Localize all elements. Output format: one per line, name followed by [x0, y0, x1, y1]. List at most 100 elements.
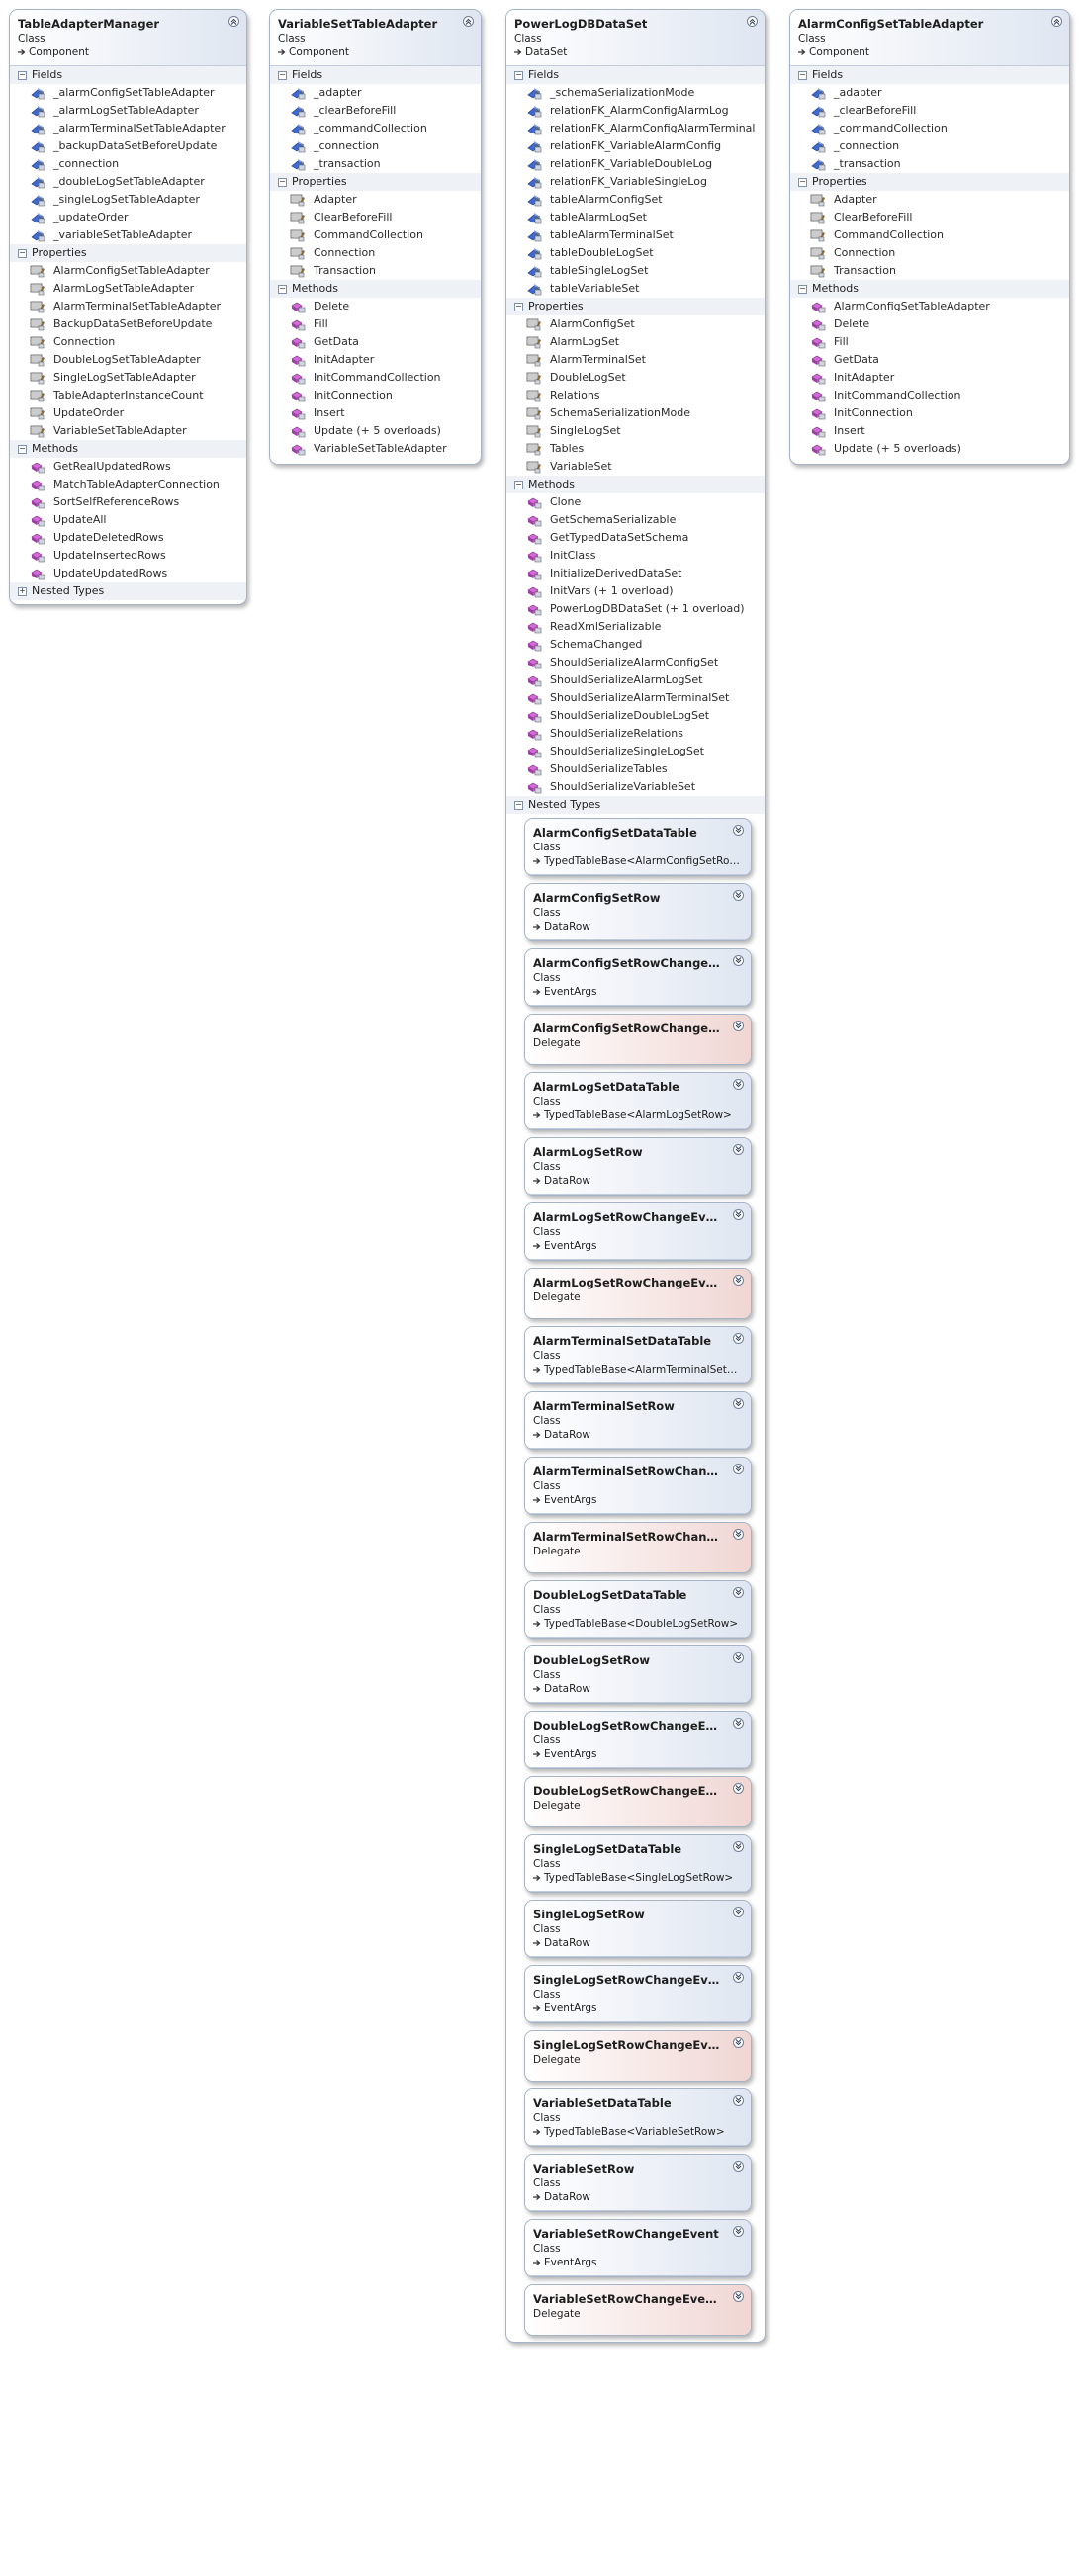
power-log-db-dataset-shape[interactable]: PowerLogDBDataSet Class DataSet − Fields _sch… — [505, 9, 766, 2343]
section-nested-types[interactable]: − Nested Types — [506, 796, 765, 814]
double-chevron-down-icon[interactable] — [733, 1021, 744, 1031]
variable-set-table-adapter-shape[interactable]: VariableSetTableAdapter Class Component − Fi… — [269, 9, 482, 465]
member-row[interactable]: TableAdapterInstanceCount — [10, 387, 246, 404]
member-row[interactable]: relationFK_AlarmConfigAlarmTerminal — [506, 120, 765, 137]
nested-type-header[interactable]: AlarmLogSetRowChangeEvent... Delegate — [525, 1269, 751, 1318]
section-fields[interactable]: − Fields — [506, 66, 765, 84]
double-chevron-up-icon[interactable] — [228, 16, 239, 27]
nested-type-shape[interactable]: AlarmLogSetRowChangeEvent... Delegate — [524, 1268, 752, 1319]
member-row[interactable]: ShouldSerializeDoubleLogSet — [506, 707, 765, 725]
member-row[interactable]: Connection — [790, 244, 1069, 262]
nested-type-shape[interactable]: AlarmConfigSetRow Class DataRow — [524, 883, 752, 941]
shape-header[interactable]: TableAdapterManager Class Component — [10, 10, 246, 66]
nested-type-header[interactable]: AlarmLogSetDataTable Class TypedTableBase<… — [525, 1073, 751, 1129]
section-methods[interactable]: − Methods — [790, 280, 1069, 298]
section-properties[interactable]: − Properties — [10, 244, 246, 262]
member-row[interactable]: tableVariableSet — [506, 280, 765, 298]
member-row[interactable]: MatchTableAdapterConnection — [10, 476, 246, 493]
member-row[interactable]: InitializeDerivedDataSet — [506, 565, 765, 582]
collapse-section-icon[interactable]: − — [514, 480, 523, 489]
nested-type-shape[interactable]: SingleLogSetDataTable Class TypedTableBase… — [524, 1834, 752, 1893]
member-row[interactable]: _clearBeforeFill — [270, 102, 481, 120]
nested-type-header[interactable]: VariableSetRow Class DataRow — [525, 2155, 751, 2211]
nested-type-shape[interactable]: AlarmConfigSetRowChangeEvent Class EventAr… — [524, 948, 752, 1007]
member-row[interactable]: Fill — [790, 333, 1069, 351]
shape-header[interactable]: PowerLogDBDataSet Class DataSet — [506, 10, 765, 66]
double-chevron-down-icon[interactable] — [733, 1587, 744, 1598]
double-chevron-down-icon[interactable] — [733, 890, 744, 901]
member-row[interactable]: InitCommandCollection — [270, 369, 481, 387]
collapse-section-icon[interactable]: − — [278, 177, 287, 187]
member-row[interactable]: _connection — [270, 137, 481, 155]
member-row[interactable]: UpdateInsertedRows — [10, 547, 246, 565]
double-chevron-down-icon[interactable] — [733, 955, 744, 966]
nested-type-header[interactable]: AlarmTerminalSetRowChangeE... Delegate — [525, 1523, 751, 1572]
section-properties[interactable]: − Properties — [790, 173, 1069, 191]
member-row[interactable]: Delete — [790, 315, 1069, 333]
member-row[interactable]: AlarmConfigSetTableAdapter — [10, 262, 246, 280]
double-chevron-down-icon[interactable] — [733, 1275, 744, 1286]
double-chevron-down-icon[interactable] — [733, 1907, 744, 1917]
nested-type-header[interactable]: AlarmLogSetRow Class DataRow — [525, 1138, 751, 1195]
member-row[interactable]: _adapter — [270, 84, 481, 102]
double-chevron-down-icon[interactable] — [733, 2226, 744, 2237]
nested-type-header[interactable]: AlarmTerminalSetDataTable Class TypedTable… — [525, 1327, 751, 1383]
section-methods[interactable]: − Methods — [506, 476, 765, 493]
double-chevron-down-icon[interactable] — [733, 1209, 744, 1220]
double-chevron-down-icon[interactable] — [733, 2095, 744, 2106]
member-row[interactable]: PowerLogDBDataSet (+ 1 overload) — [506, 600, 765, 618]
member-row[interactable]: GetSchemaSerializable — [506, 511, 765, 529]
double-chevron-down-icon[interactable] — [733, 2037, 744, 2048]
member-row[interactable]: _adapter — [790, 84, 1069, 102]
nested-type-header[interactable]: AlarmConfigSetRow Class DataRow — [525, 884, 751, 940]
member-row[interactable]: ShouldSerializeAlarmLogSet — [506, 671, 765, 689]
nested-type-header[interactable]: SingleLogSetDataTable Class TypedTableBase… — [525, 1835, 751, 1892]
member-row[interactable]: InitConnection — [790, 404, 1069, 422]
member-row[interactable]: ClearBeforeFill — [790, 209, 1069, 226]
nested-type-header[interactable]: AlarmTerminalSetRowChangeE... Class EventA… — [525, 1458, 751, 1514]
nested-type-shape[interactable]: VariableSetDataTable Class TypedTableBase<… — [524, 2088, 752, 2147]
nested-type-shape[interactable]: AlarmLogSetRowChangeEvent Class EventArgs — [524, 1202, 752, 1261]
member-row[interactable]: ShouldSerializeVariableSet — [506, 778, 765, 796]
member-row[interactable]: tableDoubleLogSet — [506, 244, 765, 262]
double-chevron-up-icon[interactable] — [463, 16, 474, 27]
member-row[interactable]: VariableSetTableAdapter — [270, 440, 481, 458]
nested-type-shape[interactable]: VariableSetRow Class DataRow — [524, 2154, 752, 2212]
member-row[interactable]: InitClass — [506, 547, 765, 565]
alarm-config-set-table-adapter-shape[interactable]: AlarmConfigSetTableAdapter Class Component… — [789, 9, 1070, 465]
member-row[interactable]: UpdateDeletedRows — [10, 529, 246, 547]
nested-type-header[interactable]: AlarmConfigSetRowChangeEvent Class EventAr… — [525, 949, 751, 1006]
section-nested-types[interactable]: + Nested Types — [10, 582, 246, 600]
member-row[interactable]: DoubleLogSetTableAdapter — [10, 351, 246, 369]
member-row[interactable]: CommandCollection — [790, 226, 1069, 244]
section-methods[interactable]: − Methods — [270, 280, 481, 298]
member-row[interactable]: AlarmConfigSetTableAdapter — [790, 298, 1069, 315]
member-row[interactable]: GetData — [270, 333, 481, 351]
member-row[interactable]: InitConnection — [270, 387, 481, 404]
member-row[interactable]: UpdateOrder — [10, 404, 246, 422]
member-row[interactable]: GetData — [790, 351, 1069, 369]
member-row[interactable]: GetTypedDataSetSchema — [506, 529, 765, 547]
collapse-section-icon[interactable]: − — [798, 284, 807, 294]
member-row[interactable]: SortSelfReferenceRows — [10, 493, 246, 511]
member-row[interactable]: tableSingleLogSet — [506, 262, 765, 280]
section-fields[interactable]: − Fields — [10, 66, 246, 84]
member-row[interactable]: Delete — [270, 298, 481, 315]
nested-type-header[interactable]: SingleLogSetRowChangeEvent Class EventArgs — [525, 1966, 751, 2022]
member-row[interactable]: _schemaSerializationMode — [506, 84, 765, 102]
nested-type-header[interactable]: DoubleLogSetRow Class DataRow — [525, 1646, 751, 1703]
nested-type-header[interactable]: AlarmLogSetRowChangeEvent Class EventArgs — [525, 1203, 751, 1260]
double-chevron-down-icon[interactable] — [733, 1783, 744, 1794]
nested-type-header[interactable]: AlarmConfigSetRowChangeEve... Delegate — [525, 1015, 751, 1064]
member-row[interactable]: AlarmConfigSet — [506, 315, 765, 333]
collapse-section-icon[interactable]: − — [514, 800, 523, 810]
collapse-section-icon[interactable]: − — [798, 177, 807, 187]
nested-type-header[interactable]: AlarmConfigSetDataTable Class TypedTableBa… — [525, 819, 751, 875]
collapse-section-icon[interactable]: − — [18, 70, 27, 80]
member-row[interactable]: Insert — [790, 422, 1069, 440]
member-row[interactable]: AlarmLogSetTableAdapter — [10, 280, 246, 298]
member-row[interactable]: UpdateAll — [10, 511, 246, 529]
member-row[interactable]: Tables — [506, 440, 765, 458]
nested-type-shape[interactable]: AlarmTerminalSetRowChangeE... Delegate — [524, 1522, 752, 1573]
member-row[interactable]: GetRealUpdatedRows — [10, 458, 246, 476]
